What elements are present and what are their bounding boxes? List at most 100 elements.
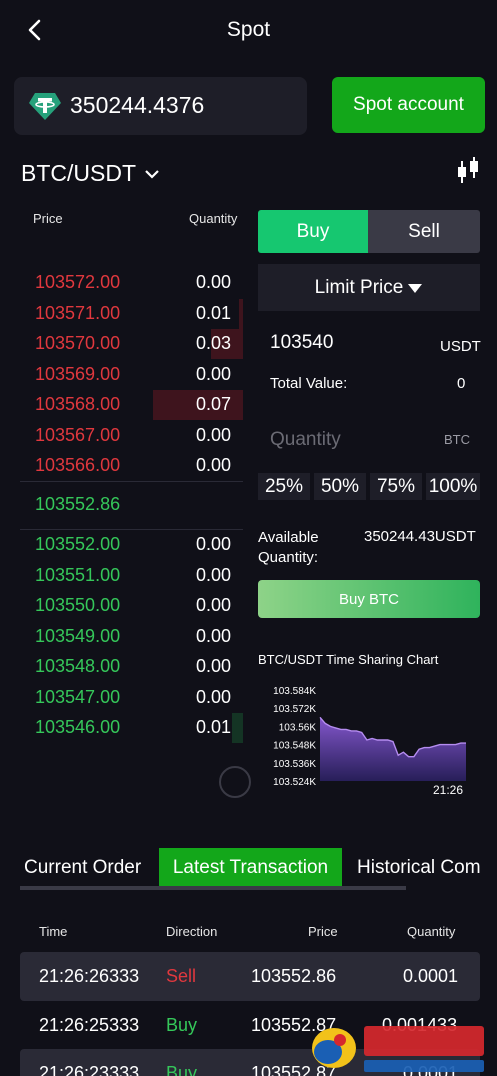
chevron-down-icon (145, 169, 159, 179)
orderbook-quantity: 0.00 (195, 686, 231, 707)
total-value-label: Total Value: (270, 375, 348, 392)
divider (20, 481, 243, 482)
orderbook-row[interactable]: 103550.00 0.00 (0, 591, 243, 621)
price-input[interactable]: 103540 (270, 332, 333, 354)
available-quantity-label: Available Quantity: (258, 528, 319, 568)
col-time: Time (39, 924, 68, 939)
percent-50-button[interactable]: 50% (314, 473, 366, 500)
tab-historical[interactable]: Historical Com (357, 848, 497, 888)
orderbook-price: 103572.00 (35, 272, 121, 292)
depth-bar (232, 713, 243, 743)
candlestick-chart-icon[interactable] (454, 156, 482, 186)
orderbook-quantity: 0.00 (195, 564, 231, 585)
orderbook-row[interactable]: 103571.00 0.01 (0, 298, 243, 329)
orderbook-row[interactable]: 103566.00 0.00 (0, 451, 243, 481)
tab-latest-transaction[interactable]: Latest Transaction (159, 848, 342, 888)
tab-underline (20, 886, 406, 890)
tx-direction: Sell (166, 966, 197, 986)
buy-sell-tabs: Buy Sell (258, 210, 480, 253)
chart-y-tick: 103.536K (273, 759, 316, 770)
orderbook-row[interactable]: 103569.00 0.00 (0, 360, 243, 390)
col-quantity: Quantity (407, 924, 456, 939)
available-label-line1: Available (258, 529, 319, 546)
time-sharing-chart: 103.584K 103.572K 103.56K 103.548K 103.536K 1… (273, 686, 466, 797)
orderbook-row[interactable]: 103549.00 0.00 (0, 622, 243, 652)
tx-time: 21:26:25333 (39, 1015, 140, 1035)
orderbook-price: 103549.00 (35, 625, 121, 646)
pair-selector[interactable]: BTC/USDT (21, 160, 160, 187)
tab-buy[interactable]: Buy (258, 210, 368, 253)
orderbook-quantity: 0.03 (195, 333, 231, 353)
orderbook-quantity: 0.00 (195, 534, 231, 554)
orderbook-row[interactable]: 103547.00 0.00 (0, 683, 243, 713)
tx-time: 21:26:23333 (39, 1063, 140, 1076)
orderbook-row[interactable]: 103551.00 0.00 (0, 561, 243, 591)
chart-y-tick: 103.56K (279, 722, 317, 733)
available-quantity-value: 350244.43USDT (364, 528, 476, 545)
orderbook-price: 103571.00 (35, 302, 121, 323)
orderbook-price: 103569.00 (35, 363, 121, 384)
table-row: 21:26:26333 Sell 103552.86 0.0001 (20, 952, 480, 1001)
orderbook-quantity: 0.00 (195, 595, 231, 615)
spot-account-button[interactable]: Spot account (332, 77, 485, 133)
orderbook-price: 103546.00 (35, 717, 121, 737)
orderbook-price: 103568.00 (35, 394, 121, 414)
orderbook-price: 103547.00 (35, 686, 121, 707)
orderbook-quantity: 0.00 (195, 625, 231, 646)
scroll-indicator[interactable] (219, 766, 251, 798)
col-price: Price (308, 924, 338, 939)
depth-bar (239, 298, 243, 329)
orderbook-row[interactable]: 103568.00 0.07 (0, 390, 243, 420)
tab-sell[interactable]: Sell (368, 210, 480, 253)
chart-area (320, 717, 466, 781)
orderbook-quantity-header: Quantity (189, 211, 238, 226)
orderbook-price: 103551.00 (35, 564, 121, 585)
tx-time: 21:26:26333 (39, 966, 140, 986)
balance-card: 350244.4376 (14, 77, 307, 135)
chart-y-tick: 103.584K (273, 686, 316, 697)
tx-direction: Buy (166, 1063, 198, 1076)
orderbook-row[interactable]: 103552.00 0.00 (0, 530, 243, 560)
orderbook-row[interactable]: 103548.00 0.00 (0, 652, 243, 682)
orderbook-price: 103550.00 (35, 595, 121, 615)
orderbook-row[interactable]: 103572.00 0.00 (0, 268, 243, 298)
price-unit: USDT (440, 338, 481, 355)
orderbook-price: 103552.00 (35, 534, 121, 554)
chart-title: BTC/USDT Time Sharing Chart (258, 652, 439, 667)
orderbook-quantity: 0.00 (195, 424, 231, 445)
orderbook-row[interactable]: 103567.00 0.00 (0, 421, 243, 451)
col-direction: Direction (166, 924, 218, 939)
tx-direction: Buy (166, 1015, 198, 1035)
orderbook-price-header: Price (33, 211, 63, 226)
orderbook-price: 103548.00 (35, 656, 121, 676)
tab-current-order[interactable]: Current Order (24, 848, 141, 888)
orderbook-quantity: 0.00 (195, 455, 231, 475)
percent-25-button[interactable]: 25% (258, 473, 310, 500)
orderbook-row[interactable]: 103546.00 0.01 (0, 713, 243, 743)
percent-75-button[interactable]: 75% (370, 473, 422, 500)
balance-amount: 350244.4376 (70, 92, 205, 118)
quantity-input[interactable]: Quantity (270, 429, 341, 451)
pair-name: BTC/USDT (21, 160, 136, 186)
total-value: 0 (457, 375, 466, 392)
orderbook-quantity: 0.01 (195, 717, 231, 737)
orderbook-price: 103566.00 (35, 455, 121, 475)
buy-btc-button[interactable]: Buy BTC (258, 580, 480, 618)
mid-price: 103552.86 (35, 494, 121, 514)
tether-icon (29, 93, 61, 120)
available-label-line2: Quantity: (258, 549, 319, 566)
chart-y-tick: 103.572K (273, 704, 316, 715)
order-type-label: Limit Price (314, 276, 404, 298)
orderbook-quantity: 0.00 (195, 363, 231, 384)
percent-100-button[interactable]: 100% (426, 473, 480, 500)
orderbook-price: 103570.00 (35, 333, 121, 353)
chart-y-tick: 103.524K (273, 777, 316, 788)
tx-qty: 0.0001 (403, 966, 459, 986)
orderbook-quantity: 0.07 (195, 394, 231, 414)
orderbook-price: 103567.00 (35, 424, 121, 445)
page-title: Spot (226, 18, 271, 41)
orderbook-row[interactable]: 103570.00 0.03 (0, 329, 243, 359)
triangle-down-icon (408, 283, 423, 293)
tx-price: 103552.86 (251, 966, 337, 986)
order-type-select[interactable]: Limit Price (258, 264, 480, 311)
